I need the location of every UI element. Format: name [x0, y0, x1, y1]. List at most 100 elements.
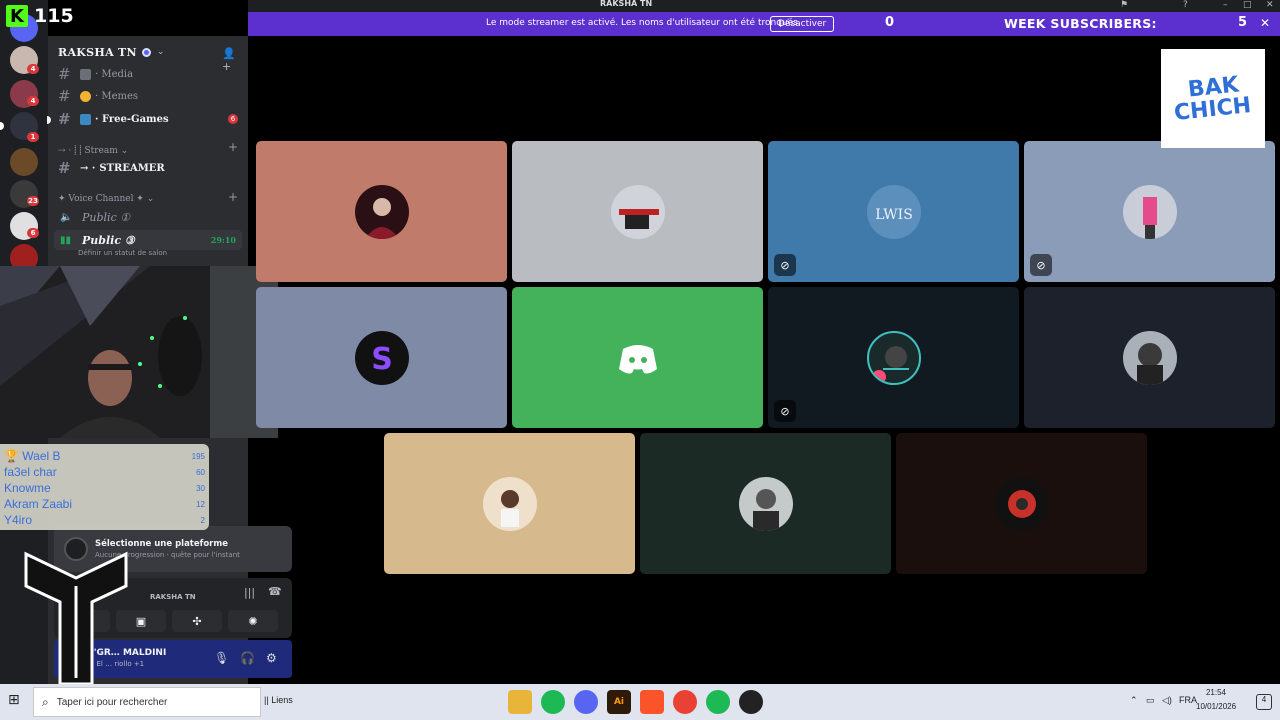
channel-prefix: ·: [95, 113, 99, 125]
language-indicator[interactable]: FRA: [1179, 695, 1197, 705]
add-channel-icon[interactable]: +: [228, 190, 238, 204]
tray-chevron-icon[interactable]: ⌃: [1130, 695, 1138, 706]
participant-avatar: [1123, 331, 1177, 385]
channel-name: Free-Games: [101, 113, 169, 125]
stage-tile[interactable]: S: [256, 287, 507, 428]
voice-channel-public-2[interactable]: ▮▮ Public ③ 29:10: [54, 230, 242, 250]
windows-start-icon[interactable]: ⊞: [8, 692, 20, 708]
participant-avatar: [995, 477, 1049, 531]
stage-tile[interactable]: [1024, 287, 1275, 428]
leaderboard-name: 🏆 Wael B: [4, 449, 61, 463]
illustrator-icon[interactable]: Ai: [607, 690, 631, 714]
chrome-icon[interactable]: [673, 690, 697, 714]
webcam-feed-image: [0, 266, 278, 438]
network-icon[interactable]: ▭: [1146, 695, 1155, 706]
obs-icon[interactable]: [739, 690, 763, 714]
stage-tile[interactable]: ⊘: [768, 287, 1019, 428]
speaker-icon: 🔈: [60, 211, 73, 223]
activities-button[interactable]: ✣: [172, 610, 222, 632]
voice-channel-name: Public: [82, 210, 117, 224]
spotify-icon[interactable]: [541, 690, 565, 714]
notification-center-icon[interactable]: 4: [1256, 694, 1272, 710]
brave-icon[interactable]: [640, 690, 664, 714]
disable-streamer-mode-button[interactable]: Désactiver: [770, 16, 835, 32]
channel-prefix: ·: [95, 68, 99, 80]
webcam-overlay: [0, 266, 278, 438]
settings-gear-icon[interactable]: ⚙: [266, 651, 277, 665]
trophy-icon: 🏆: [4, 449, 19, 463]
server-name: RAKSHA TN: [58, 45, 137, 59]
leaderboard-name: Y4iro: [4, 513, 33, 527]
server-icon-4[interactable]: [10, 148, 38, 176]
minimize-icon[interactable]: –: [1223, 0, 1228, 10]
soundboard-button[interactable]: ✺: [228, 610, 278, 632]
brand-line-2: CHICH: [1173, 92, 1253, 126]
volume-icon[interactable]: ◁): [1162, 695, 1172, 706]
taskbar-search-input[interactable]: ⌕ Taper ici pour rechercher: [33, 687, 261, 717]
search-icon: ⌕: [42, 694, 49, 709]
windows-taskbar: ⊞ ⌕ Taper ici pour rechercher || Liens A…: [0, 684, 1280, 720]
set-channel-status[interactable]: Définir un statut de salon: [78, 249, 167, 257]
leaderboard-overlay: 🏆 Wael B 195 fa3el char 60 Knowme 30 Akram …: [0, 444, 209, 530]
server-header[interactable]: RAKSHA TN ⌄ 👤+: [48, 40, 248, 74]
taskbar-clock[interactable]: 21:54 10/01/2026: [1196, 686, 1236, 714]
close-window-icon[interactable]: ✕: [1266, 0, 1274, 10]
participant-avatar: [1123, 185, 1177, 239]
stage-tile[interactable]: ⊘: [1024, 141, 1275, 282]
free-emoji-icon: [80, 113, 91, 125]
discord-logo-icon: [611, 331, 665, 385]
stage-tile[interactable]: [384, 433, 635, 574]
channel-free-games[interactable]: # · Free-Games: [58, 109, 169, 129]
stage-tile[interactable]: [512, 287, 763, 428]
channel-prefix: ·: [95, 90, 99, 102]
file-explorer-icon[interactable]: [508, 690, 532, 714]
kick-viewer-count: 115: [34, 5, 74, 27]
leaderboard-value: 30: [196, 483, 205, 493]
channel-streamer[interactable]: # → · STREAMER: [58, 158, 165, 178]
brand-logo: BAK CHICH: [1161, 49, 1265, 148]
chevron-down-icon: ⌄: [156, 47, 165, 57]
invite-people-icon[interactable]: 👤+: [222, 47, 236, 73]
stage-tile[interactable]: [512, 141, 763, 282]
voice-channel-count: ③: [124, 233, 135, 247]
discord-icon[interactable]: [574, 690, 598, 714]
stage-tile[interactable]: LWIS ⊘: [768, 141, 1019, 282]
leaderboard-value: 195: [191, 451, 205, 461]
voice-channel-public-1[interactable]: 🔈 Public ①: [54, 207, 242, 227]
noise-suppression-icon[interactable]: |||: [244, 586, 255, 599]
kick-viewer-counter: K 115: [6, 4, 74, 28]
category-voice-channel[interactable]: ✦ Voice Channel ✦ ⌄: [58, 192, 154, 206]
week-subscribers-value: 5: [1238, 15, 1248, 30]
category-stream[interactable]: ⇢ · ⸽ ⸽ Stream ⌄: [58, 142, 128, 156]
voice-channel-name: Public: [82, 233, 122, 247]
leaderboard-row: Y4iro 2: [4, 512, 205, 528]
channel-memes[interactable]: # · Memes: [58, 86, 138, 106]
stage-tile[interactable]: [256, 141, 507, 282]
spotify-icon-2[interactable]: [706, 690, 730, 714]
inbox-icon[interactable]: ⚑: [1120, 0, 1128, 10]
stage-tile[interactable]: [896, 433, 1147, 574]
help-icon[interactable]: ?: [1183, 0, 1188, 10]
stage-tile[interactable]: [640, 433, 891, 574]
channel-media[interactable]: # · Media: [58, 64, 133, 84]
leaderboard-name: Akram Zaabi: [4, 497, 73, 511]
streamer-mode-banner: Le mode streamer est activé. Les noms d'…: [248, 12, 1280, 36]
headphones-icon[interactable]: 🎧: [240, 651, 255, 665]
svg-text:LWIS: LWIS: [875, 207, 913, 223]
disconnect-icon[interactable]: ☎: [268, 585, 282, 598]
participant-avatar: [355, 185, 409, 239]
maximize-icon[interactable]: □: [1243, 0, 1252, 10]
leaderboard-row: Akram Zaabi 12: [4, 496, 205, 512]
voice-channel-count: ①: [120, 210, 131, 224]
activities-icon: ✣: [192, 614, 202, 628]
add-channel-icon[interactable]: +: [228, 140, 238, 154]
participant-avatar: [611, 185, 665, 239]
search-placeholder: Taper ici pour rechercher: [56, 696, 168, 708]
links-toolbar[interactable]: || Liens: [264, 695, 293, 705]
participant-avatar: LWIS: [867, 185, 921, 239]
laughing-emoji-icon: [80, 90, 91, 102]
close-banner-icon[interactable]: ✕: [1260, 16, 1270, 30]
microphone-icon[interactable]: 🎙: [214, 651, 229, 665]
leaderboard-row: 🏆 Wael B 195: [4, 448, 205, 464]
text-channel-icon: #: [58, 110, 71, 128]
